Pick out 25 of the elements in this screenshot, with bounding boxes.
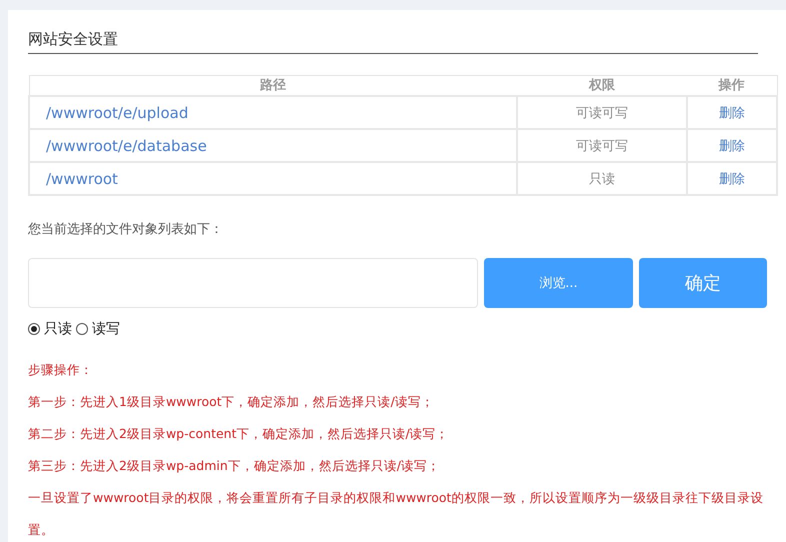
confirm-button[interactable]: 确定 bbox=[639, 258, 767, 308]
radio-label: 读写 bbox=[92, 320, 120, 338]
column-header: 操作 bbox=[686, 76, 777, 96]
permission-cell: 可读可写 bbox=[516, 96, 687, 129]
instruction-text: 第一步：先进入1级目录wwwroot下，确定添加，然后选择只读/读写； bbox=[28, 393, 435, 411]
instruction-text: 步骤操作： bbox=[28, 361, 94, 379]
delete-link[interactable]: 删除 bbox=[686, 129, 777, 162]
path-link[interactable]: /wwwroot/e/database bbox=[29, 129, 517, 162]
permission-cell: 只读 bbox=[516, 162, 687, 195]
file-field[interactable] bbox=[28, 258, 478, 308]
selection-label: 您当前选择的文件对象列表如下： bbox=[28, 221, 224, 238]
column-header: 权限 bbox=[516, 76, 687, 96]
browse-button[interactable]: 浏览... bbox=[484, 258, 633, 308]
radio-label: 只读 bbox=[44, 320, 72, 338]
instruction-text: 一旦设置了wwwroot目录的权限，将会重置所有子目录的权限和wwwroot的权限一致，所以设置顺序为一级级目录往下级目录设置。 bbox=[28, 489, 764, 539]
delete-link[interactable]: 删除 bbox=[686, 96, 777, 129]
permission-cell: 可读可写 bbox=[516, 129, 687, 162]
instruction-text: 第二步：先进入2级目录wp-content下，确定添加，然后选择只读/读写； bbox=[28, 425, 450, 443]
radio-button[interactable] bbox=[28, 323, 40, 335]
path-link[interactable]: /wwwroot bbox=[29, 162, 517, 195]
column-header: 路径 bbox=[29, 76, 517, 96]
path-link[interactable]: /wwwroot/e/upload bbox=[29, 96, 517, 129]
radio-button[interactable] bbox=[76, 323, 88, 335]
instruction-text: 第三步：先进入2级目录wp-admin下，确定添加，然后选择只读/读写； bbox=[28, 457, 441, 475]
delete-link[interactable]: 删除 bbox=[686, 162, 777, 195]
